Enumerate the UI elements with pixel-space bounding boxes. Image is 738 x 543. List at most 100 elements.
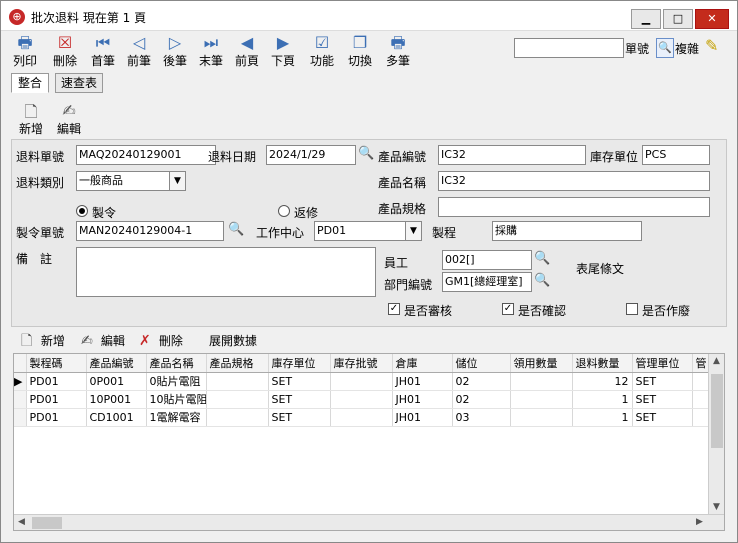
next-record-button[interactable]: ▷ 後筆 (159, 33, 191, 73)
horizontal-scroll-thumb[interactable] (32, 517, 62, 529)
table-cell[interactable] (510, 408, 573, 427)
table-cell[interactable]: 1 (572, 390, 633, 409)
column-header[interactable]: 領用數量 (510, 354, 573, 373)
table-cell[interactable]: SET (268, 408, 331, 427)
work-center-select[interactable]: PD01 ▼ (314, 221, 422, 241)
note-field[interactable] (76, 247, 376, 297)
table-row[interactable]: ▶ PD01 0P001 0貼片電阻 SET JH01 02 12 SET (14, 372, 711, 391)
complex-search-icon[interactable]: ✎ (705, 36, 718, 55)
tab-integrate[interactable]: 整合 (11, 73, 49, 93)
multi-record-button[interactable]: 🖶 多筆 (381, 33, 415, 73)
table-cell[interactable]: 12 (572, 372, 633, 391)
table-row[interactable]: PD01 10P001 10貼片電阻 SET JH01 02 1 SET (14, 390, 711, 409)
tab-quick-lookup[interactable]: 速查表 (55, 73, 103, 93)
radio-make-order[interactable] (76, 205, 88, 217)
table-row[interactable]: PD01 CD1001 1電解電容 SET JH01 03 1 SET (14, 408, 711, 427)
scroll-down-icon[interactable]: ▼ (713, 502, 720, 512)
table-cell[interactable] (330, 408, 393, 427)
function-button[interactable]: ☑ 功能 (305, 33, 339, 73)
return-no-field[interactable]: MAQ20240129001 (76, 145, 216, 165)
column-header[interactable]: 倉庫 (392, 354, 453, 373)
return-type-select[interactable]: 一般商品 ▼ (76, 171, 186, 191)
dept-lookup-icon[interactable]: 🔍 (534, 273, 550, 291)
date-lookup-icon[interactable]: 🔍 (358, 146, 374, 164)
column-header[interactable]: 儲位 (452, 354, 511, 373)
table-cell[interactable]: SET (632, 408, 693, 427)
complex-search-label[interactable]: 複雜 (675, 40, 699, 57)
table-cell[interactable]: JH01 (392, 390, 453, 409)
minimize-button[interactable]: ▁ (631, 9, 661, 29)
table-cell[interactable]: CD1001 (86, 408, 147, 427)
scroll-up-icon[interactable]: ▲ (713, 356, 720, 366)
new-button[interactable]: 🗋 新增 (15, 101, 47, 137)
maximize-button[interactable]: □ (663, 9, 693, 29)
scroll-right-icon[interactable]: ▶ (696, 517, 703, 527)
search-icon[interactable]: 🔍 (656, 38, 674, 58)
column-header[interactable]: 管理單位 (632, 354, 693, 373)
detail-delete-button[interactable]: ✗ 刪除 (139, 331, 183, 351)
close-button[interactable]: ✕ (695, 9, 729, 29)
return-date-field[interactable]: 2024/1/29 (266, 145, 356, 165)
vertical-scroll-thumb[interactable] (711, 374, 723, 448)
table-cell[interactable]: 0貼片電阻 (146, 372, 207, 391)
employee-lookup-icon[interactable]: 🔍 (534, 251, 550, 269)
column-header[interactable]: 庫存批號 (330, 354, 393, 373)
table-cell[interactable]: JH01 (392, 372, 453, 391)
order-no-search-input[interactable] (514, 38, 624, 58)
next-page-button[interactable]: ▶ 下頁 (267, 33, 299, 73)
chevron-down-icon[interactable]: ▼ (405, 222, 421, 240)
detail-edit-button[interactable]: ✍ 編輯 (81, 331, 125, 351)
column-header[interactable]: 製程碼 (26, 354, 87, 373)
table-cell[interactable]: SET (632, 372, 693, 391)
order-no-field[interactable]: MAN20240129004-1 (76, 221, 224, 241)
first-record-button[interactable]: ⏮ 首筆 (87, 33, 119, 73)
table-cell[interactable] (330, 390, 393, 409)
chevron-down-icon[interactable]: ▼ (169, 172, 185, 190)
table-cell[interactable] (206, 390, 269, 409)
table-cell[interactable]: 1電解電容 (146, 408, 207, 427)
table-cell[interactable]: JH01 (392, 408, 453, 427)
table-cell[interactable]: 1 (572, 408, 633, 427)
table-cell[interactable]: SET (268, 372, 331, 391)
table-cell[interactable]: SET (268, 390, 331, 409)
expand-data-button[interactable]: 展開數據 (209, 331, 257, 351)
table-cell[interactable] (510, 390, 573, 409)
product-name-field[interactable]: IC32 (438, 171, 710, 191)
prev-page-button[interactable]: ◀ 前頁 (231, 33, 263, 73)
last-record-button[interactable]: ⏭ 末筆 (195, 33, 227, 73)
print-button[interactable]: 🖶 列印 (9, 33, 41, 73)
table-cell[interactable]: SET (632, 390, 693, 409)
delete-button[interactable]: ☒ 刪除 (49, 33, 81, 73)
column-header[interactable]: 產品編號 (86, 354, 147, 373)
column-header[interactable]: 庫存單位 (268, 354, 331, 373)
stock-unit-field[interactable]: PCS (642, 145, 710, 165)
product-spec-field[interactable] (438, 197, 710, 217)
scroll-left-icon[interactable]: ◀ (18, 517, 25, 527)
edit-button[interactable]: ✍ 編輯 (53, 101, 85, 137)
table-cell[interactable] (510, 372, 573, 391)
process-field[interactable]: 採購 (492, 221, 642, 241)
table-cell[interactable]: 02 (452, 390, 511, 409)
table-cell[interactable]: PD01 (26, 390, 87, 409)
table-cell[interactable]: PD01 (26, 372, 87, 391)
void-checkbox[interactable] (626, 303, 638, 315)
radio-rework[interactable] (278, 205, 290, 217)
review-checkbox[interactable]: ✓ (388, 303, 400, 315)
column-header[interactable]: 產品規格 (206, 354, 269, 373)
table-cell[interactable]: 03 (452, 408, 511, 427)
table-cell[interactable]: 0P001 (86, 372, 147, 391)
table-cell[interactable]: 02 (452, 372, 511, 391)
table-cell[interactable] (206, 408, 269, 427)
employee-field[interactable]: 002[] (442, 250, 532, 270)
column-header[interactable]: 退料數量 (572, 354, 633, 373)
column-header[interactable]: 產品名稱 (146, 354, 207, 373)
table-cell[interactable]: PD01 (26, 408, 87, 427)
table-cell[interactable]: 10貼片電阻 (146, 390, 207, 409)
dept-field[interactable]: GM1[總經理室] (442, 272, 532, 292)
switch-button[interactable]: ❐ 切換 (343, 33, 377, 73)
confirm-checkbox[interactable]: ✓ (502, 303, 514, 315)
vertical-scrollbar[interactable]: ▲ ▼ (708, 354, 724, 516)
prev-record-button[interactable]: ◁ 前筆 (123, 33, 155, 73)
horizontal-scrollbar[interactable]: ◀ ▶ (14, 514, 724, 530)
table-cell[interactable]: 10P001 (86, 390, 147, 409)
